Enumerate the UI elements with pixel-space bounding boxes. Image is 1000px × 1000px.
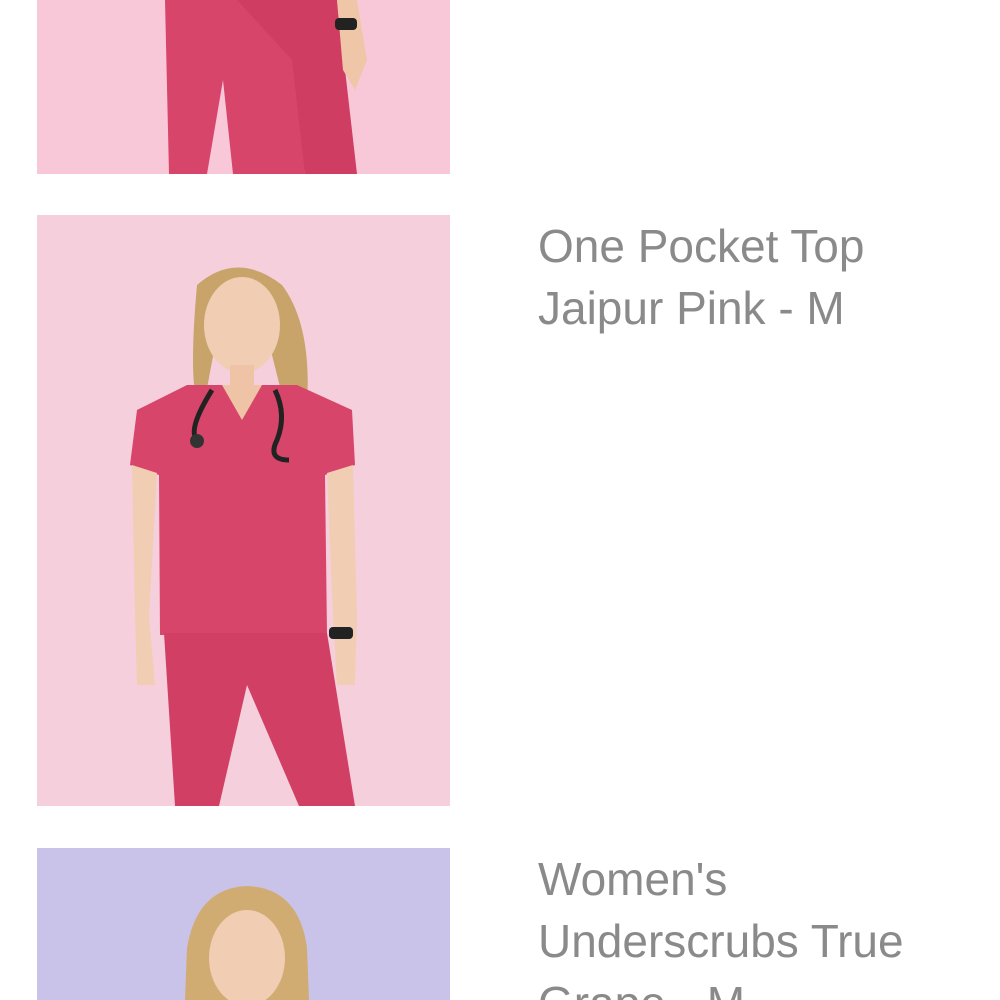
product-photo <box>37 0 450 174</box>
product-photo <box>37 215 450 806</box>
product-title[interactable]: Women's Underscrubs True Grape - M <box>538 848 968 1000</box>
list-item[interactable] <box>0 0 1000 174</box>
product-photo <box>37 848 450 1000</box>
list-item[interactable]: Women's Underscrubs True Grape - M <box>0 848 1000 1000</box>
product-image[interactable] <box>37 215 450 806</box>
list-item[interactable]: One Pocket Top Jaipur Pink - M <box>0 215 1000 807</box>
product-title[interactable]: One Pocket Top Jaipur Pink - M <box>538 215 968 339</box>
product-image[interactable] <box>37 848 450 1000</box>
product-image[interactable] <box>37 0 450 174</box>
product-list: One Pocket Top Jaipur Pink - M Women's U… <box>0 0 1000 1000</box>
